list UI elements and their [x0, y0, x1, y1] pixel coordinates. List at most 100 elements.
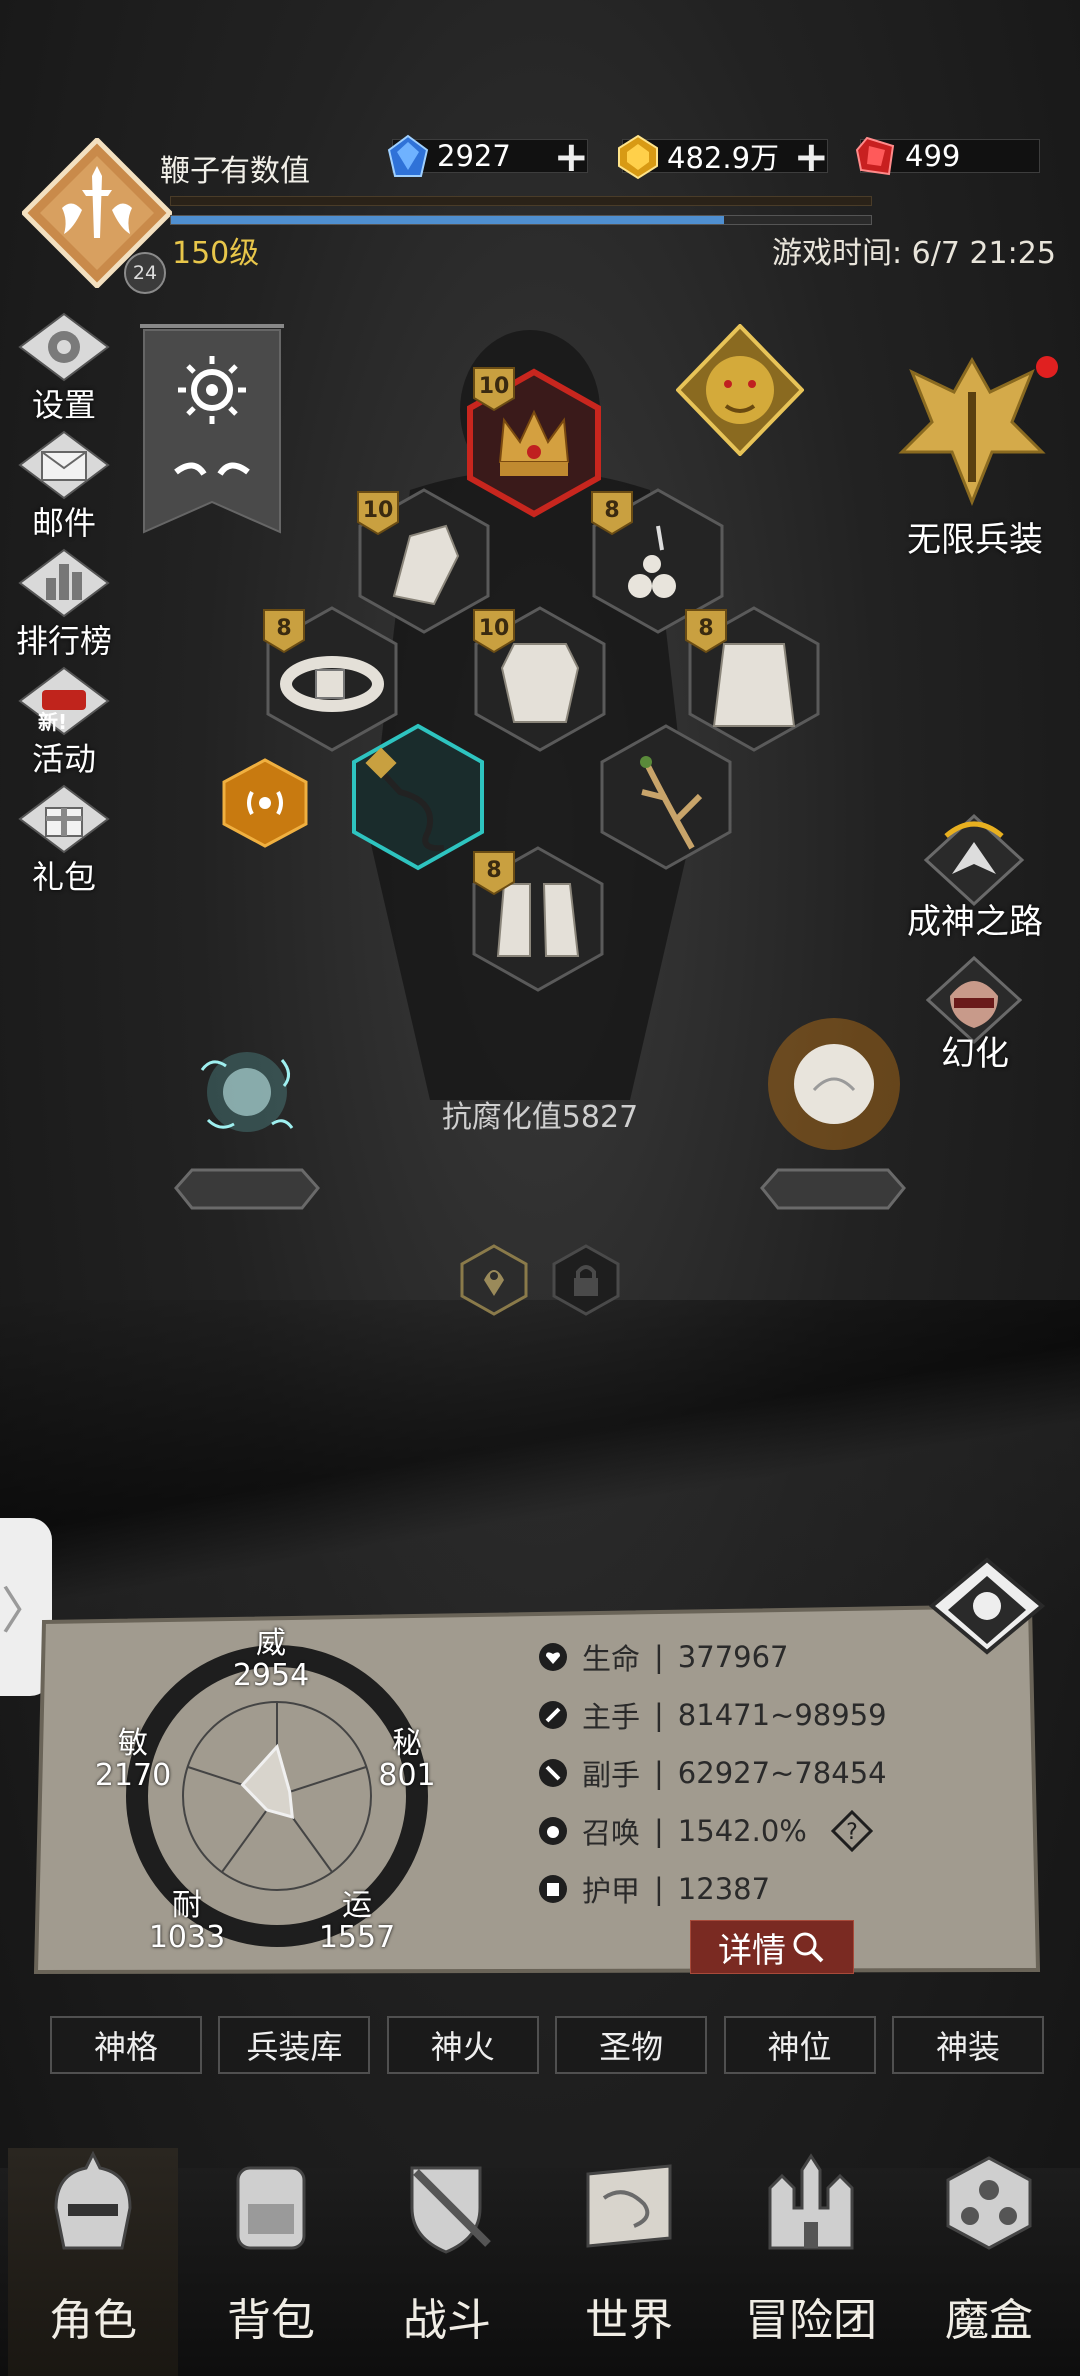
character-tabs: 神格 兵装库 神火 圣物 神位 神装	[50, 2016, 1044, 2074]
game-time: 游戏时间: 6/7 21:25	[772, 236, 1056, 271]
stat-wei: 威 2954	[226, 1628, 316, 1692]
corruption-resistance: 抗腐化值5827	[441, 1100, 639, 1135]
equip-slot-weapon-whip[interactable]	[348, 722, 488, 872]
lock-icon[interactable]	[552, 1244, 620, 1316]
stat-row-armor: 护甲 | 12387	[538, 1868, 770, 1910]
godhood-path-label[interactable]: 成神之路	[880, 894, 1070, 943]
signal-skill-icon[interactable]	[222, 758, 308, 848]
dagger-icon	[539, 1759, 567, 1787]
stat-nai: 耐 1033	[142, 1890, 232, 1954]
menu-gift-label: 礼包	[31, 858, 96, 896]
avatar-level-badge: 24	[124, 252, 166, 294]
tab-divine-gear[interactable]: 神装	[891, 2016, 1044, 2074]
nav-adventure-team[interactable]: 冒险团	[726, 2148, 896, 2376]
menu-mail[interactable]: 邮件	[8, 430, 120, 544]
add-blue-gem-button[interactable]: +	[554, 136, 589, 178]
red-gem-icon	[855, 136, 895, 176]
necklace-level: 8	[604, 498, 620, 523]
stat-row-summon: 召唤 | 1542.0% ?	[538, 1810, 873, 1852]
stat-summon-value: 1542.0%	[677, 1814, 807, 1848]
stats-toggle-icon[interactable]	[926, 1556, 1048, 1672]
stat-armor-label: 护甲	[582, 1874, 641, 1908]
nav-character[interactable]: 角色	[8, 2148, 178, 2376]
menu-mail-label: 邮件	[31, 504, 96, 542]
stat-mi: 秘 801	[362, 1728, 452, 1792]
stat-nai-value: 1033	[148, 1920, 226, 1955]
infinite-gear-icon[interactable]	[892, 352, 1052, 512]
nav-magic-box-label: 魔盒	[945, 2295, 1033, 2346]
menu-activity[interactable]: 新! 活动	[8, 666, 120, 780]
stat-hp-value: 377967	[677, 1640, 789, 1674]
tab-relics[interactable]: 圣物	[555, 2016, 708, 2074]
gift-icon	[18, 784, 110, 854]
ranking-icon	[18, 548, 110, 618]
menu-settings-label: 设置	[31, 386, 96, 424]
spirit-orb-teal-icon[interactable]	[172, 1020, 322, 1170]
menu-activity-label: 活动	[31, 740, 96, 778]
menu-ranking[interactable]: 排行榜	[8, 548, 120, 662]
gold-gem-icon	[618, 134, 658, 180]
location-pin-icon[interactable]	[460, 1244, 528, 1316]
helmet-icon	[54, 2150, 132, 2250]
stat-summon-label: 召唤	[582, 1816, 641, 1850]
heart-icon	[539, 1643, 567, 1671]
help-icon[interactable]: ?	[830, 1810, 873, 1852]
nav-world[interactable]: 世界	[544, 2148, 714, 2376]
background-streak	[0, 1300, 1080, 1630]
magnifier-icon	[793, 1932, 824, 1963]
red-gem-value: 499	[905, 139, 961, 173]
stat-row-offhand: 副手 | 62927~78454	[538, 1752, 887, 1794]
nav-backpack-label: 背包	[227, 2295, 315, 2346]
tab-divine-fire[interactable]: 神火	[386, 2016, 539, 2074]
separator: |	[654, 1814, 664, 1848]
cape-level: 8	[698, 616, 714, 641]
svg-text:?: ?	[846, 1820, 858, 1845]
player-name: 鞭子有数值	[160, 154, 310, 189]
guild-banner[interactable]	[140, 322, 284, 542]
menu-gift[interactable]: 礼包	[8, 784, 120, 898]
notification-dot	[1036, 356, 1058, 378]
nav-battle-label: 战斗	[403, 2295, 491, 2346]
nav-magic-box[interactable]: 魔盒	[904, 2148, 1074, 2376]
stat-min: 敏 2170	[88, 1728, 178, 1792]
stat-mi-label: 秘	[392, 1726, 422, 1761]
map-scroll-icon	[586, 2164, 672, 2248]
stat-min-value: 2170	[94, 1758, 172, 1793]
currency-blue[interactable]: 2927 +	[387, 134, 589, 178]
tab-godhood[interactable]: 神格	[50, 2016, 202, 2074]
title-bar-track	[170, 196, 872, 206]
nav-backpack[interactable]: 背包	[186, 2148, 356, 2376]
stat-offhand-label: 副手	[582, 1758, 641, 1792]
stat-mainhand-label: 主手	[582, 1700, 641, 1734]
separator: |	[654, 1698, 664, 1732]
menu-settings[interactable]: 设置	[8, 312, 120, 426]
add-gold-gem-button[interactable]: +	[794, 136, 829, 178]
backpack-icon	[236, 2166, 306, 2250]
stat-mi-value: 801	[378, 1758, 436, 1793]
lion-emblem-icon[interactable]	[676, 324, 804, 456]
equip-slot-offhand-branch[interactable]	[596, 722, 736, 872]
sword-shield-icon	[410, 2166, 491, 2254]
separator: |	[654, 1872, 664, 1906]
stat-wei-label: 威	[256, 1626, 286, 1661]
armor-level: 10	[478, 616, 510, 641]
stat-armor-value: 12387	[677, 1872, 771, 1906]
stat-yun-label: 运	[342, 1888, 372, 1923]
currency-gold[interactable]: 482.9万 +	[618, 134, 829, 180]
boots-level: 8	[486, 858, 502, 883]
spirit-orb-gold-icon[interactable]	[754, 1004, 914, 1164]
new-badge: 新!	[38, 710, 68, 734]
nav-battle[interactable]: 战斗	[362, 2148, 532, 2376]
tab-divine-rank[interactable]: 神位	[723, 2016, 876, 2074]
armor-icon	[539, 1875, 567, 1903]
blue-gem-value: 2927	[437, 139, 511, 173]
currency-red[interactable]: 499	[855, 136, 1040, 176]
crown-level: 10	[478, 374, 510, 399]
details-button[interactable]: 详情	[690, 1920, 854, 1974]
infinite-gear-label[interactable]: 无限兵装	[880, 512, 1070, 561]
stat-row-hp: 生命 | 377967	[538, 1636, 789, 1678]
tab-armory[interactable]: 兵装库	[218, 2016, 371, 2074]
magic-cube-icon	[946, 2156, 1032, 2250]
attribute-radar-polygon	[240, 1743, 295, 1820]
nav-adventure-team-label: 冒险团	[745, 2295, 877, 2346]
